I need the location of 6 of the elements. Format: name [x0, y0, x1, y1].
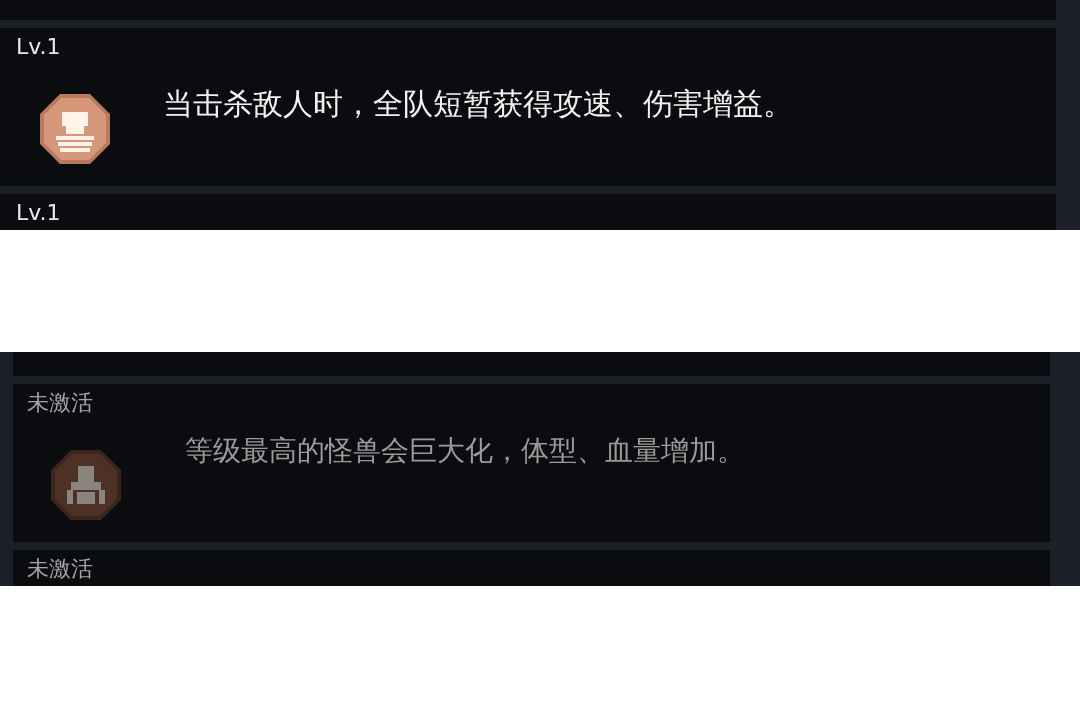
level-label: 未激活: [27, 556, 94, 583]
level-label: Lv.1: [16, 34, 62, 61]
skill-description: 当击杀敌人时，全队短暂获得攻速、伤害增益。: [163, 85, 794, 123]
level-label: 未激活: [27, 390, 94, 417]
skill-description: 等级最高的怪兽会巨大化，体型、血量增加。: [185, 433, 746, 469]
level-label: Lv.1: [16, 200, 62, 227]
